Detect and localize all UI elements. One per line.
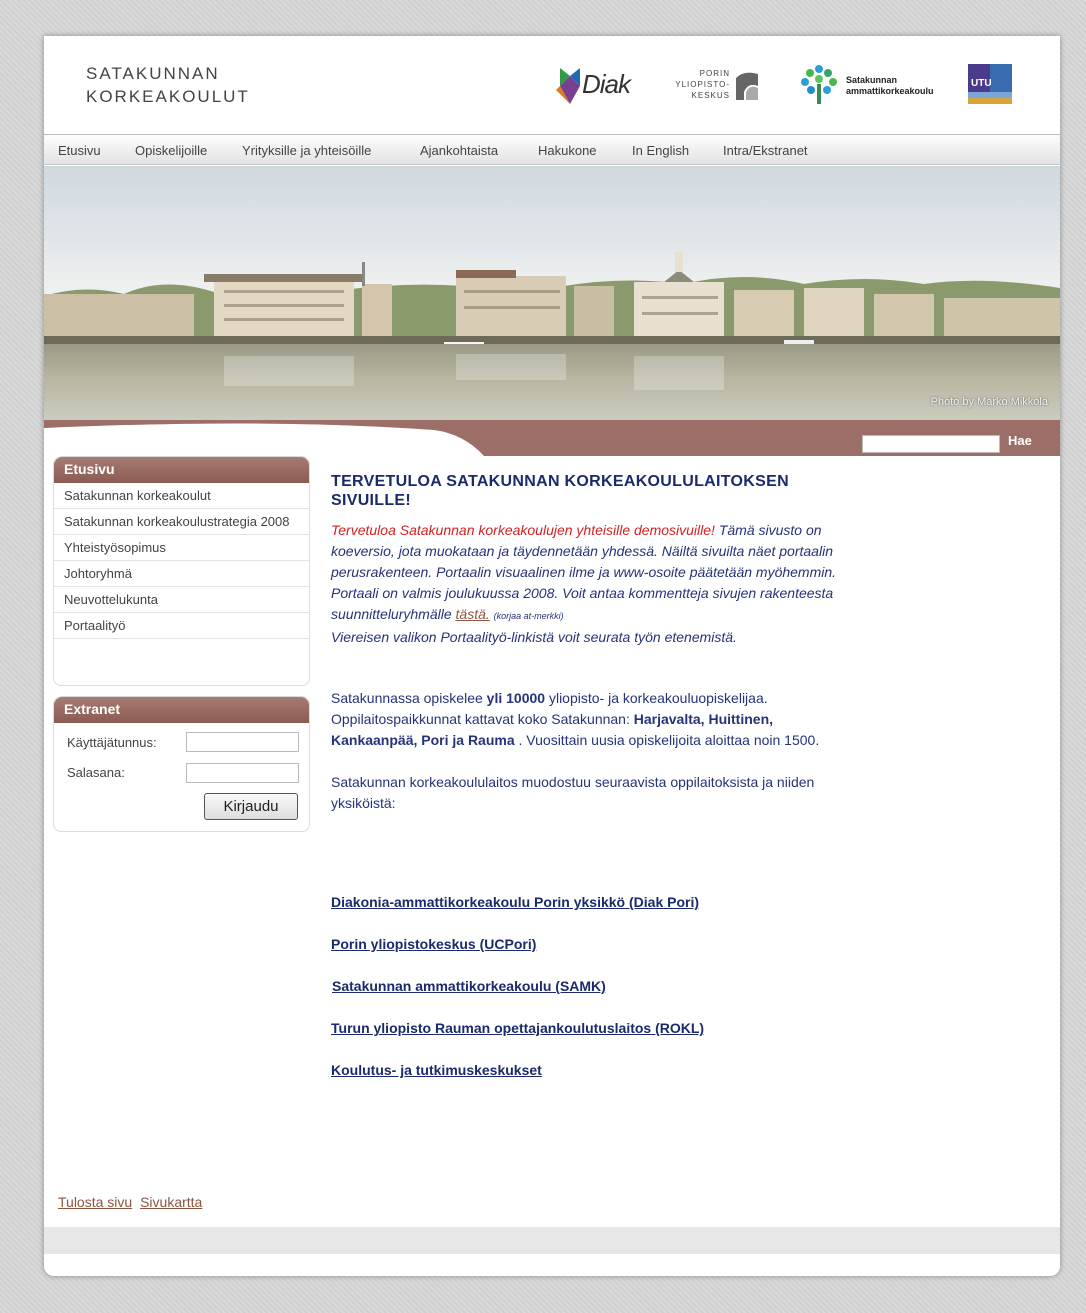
intro-text: Tervetuloa Satakunnan korkeakoulujen yht… (331, 520, 851, 648)
porin-emblem-icon (736, 72, 758, 100)
harbour-panorama-image (44, 252, 1060, 428)
hero-photo: Photo by Marko Mikkola (44, 166, 1060, 428)
students-paragraph: Satakunnassa opiskelee yli 10000 yliopis… (331, 690, 820, 748)
feedback-link[interactable]: tästä. (456, 606, 490, 622)
brand-line-2: KORKEAKOULUT (86, 87, 250, 106)
sitemap-link[interactable]: Sivukartta (140, 1194, 202, 1210)
page-title: TERVETULOA SATAKUNNAN KORKEAKOULULAITOKS… (331, 473, 789, 509)
link-samk[interactable]: Satakunnan ammattikorkeakoulu (SAMK) (332, 978, 606, 994)
nav-etusivu[interactable]: Etusivu (58, 143, 101, 158)
search-input[interactable] (862, 435, 1000, 453)
utu-logo-text: UTU (971, 78, 992, 89)
username-input[interactable] (186, 732, 299, 752)
utu-logo[interactable]: UTU (968, 64, 1012, 104)
footer-bar (44, 1227, 1060, 1254)
sidebar-menu: Etusivu Satakunnan korkeakoulut Satakunn… (53, 456, 310, 686)
intro-end: Viereisen valikon Portaalityö-linkistä v… (331, 629, 737, 645)
nav-intra-ekstranet[interactable]: Intra/Ekstranet (723, 143, 808, 158)
feedback-note: (korjaa at-merkki) (493, 611, 564, 621)
header: SATAKUNNAN KORKEAKOULUT Diak PORIN YLIOP… (44, 36, 1060, 134)
password-label: Salasana: (67, 765, 125, 780)
site-brand[interactable]: SATAKUNNAN KORKEAKOULUT (86, 62, 250, 108)
main-content: TERVETULOA SATAKUNNAN KORKEAKOULULAITOKS… (331, 472, 851, 814)
sidebar-item-satakunnan-korkeakoulut[interactable]: Satakunnan korkeakoulut (54, 483, 309, 509)
sidebar-title[interactable]: Etusivu (54, 457, 309, 483)
username-label: Käyttäjätunnus: (67, 735, 157, 750)
sidebar-item-neuvottelukunta[interactable]: Neuvottelukunta (54, 587, 309, 613)
link-rokl[interactable]: Turun yliopisto Rauman opettajankoulutus… (331, 1020, 704, 1036)
photo-credit: Photo by Marko Mikkola (930, 396, 1048, 408)
porin-yliopistokeskus-logo[interactable]: PORIN YLIOPISTO- KESKUS (664, 68, 774, 112)
nav-hakukone[interactable]: Hakukone (538, 143, 597, 158)
nav-yrityksille[interactable]: Yrityksille ja yhteisöille (242, 143, 371, 158)
print-page-link[interactable]: Tulosta sivu (58, 1194, 132, 1210)
page-container: SATAKUNNAN KORKEAKOULUT Diak PORIN YLIOP… (44, 36, 1060, 1276)
sidebar-item-johtoryhma[interactable]: Johtoryhmä (54, 561, 309, 587)
link-diak-pori[interactable]: Diakonia-ammattikorkeakoulu Porin yksikk… (331, 894, 699, 910)
link-tutkimuskeskukset[interactable]: Koulutus- ja tutkimuskeskukset (331, 1062, 542, 1078)
nav-opiskelijoille[interactable]: Opiskelijoille (135, 143, 207, 158)
nav-in-english[interactable]: In English (632, 143, 689, 158)
samk-logo[interactable]: Satakunnan ammattikorkeakoulu (798, 64, 958, 108)
extranet-login-box: Extranet Käyttäjätunnus: Salasana: Kirja… (53, 696, 310, 832)
diak-logo-text: Diak (582, 69, 631, 99)
search-button[interactable]: Hae (1008, 433, 1032, 448)
sidebar-item-strategia[interactable]: Satakunnan korkeakoulustrategia 2008 (54, 509, 309, 535)
main-navigation: Etusivu Opiskelijoille Yrityksille ja yh… (44, 134, 1060, 165)
brand-line-1: SATAKUNNAN (86, 64, 220, 83)
students-count: yli 10000 (486, 690, 546, 706)
institutions-intro: Satakunnan korkeakoululaitos muodostuu s… (331, 774, 815, 811)
samk-tree-icon (801, 65, 837, 104)
diak-logo[interactable]: Diak (552, 66, 642, 106)
nav-ajankohtaista[interactable]: Ajankohtaista (420, 143, 498, 158)
link-ucpori[interactable]: Porin yliopistokeskus (UCPori) (331, 936, 536, 952)
footer-links: Tulosta sivu Sivukartta (58, 1194, 206, 1210)
porin-logo-text: PORIN YLIOPISTO- KESKUS (675, 69, 730, 100)
samk-logo-text: Satakunnan ammattikorkeakoulu (846, 75, 934, 96)
login-button[interactable]: Kirjaudu (204, 793, 298, 820)
sidebar-item-yhteistyosopimus[interactable]: Yhteistyösopimus (54, 535, 309, 561)
extranet-title: Extranet (54, 697, 309, 723)
intro-highlight: Tervetuloa Satakunnan korkeakoulujen yht… (331, 522, 715, 538)
sidebar-item-portaalityo[interactable]: Portaalityö (54, 613, 309, 639)
password-input[interactable] (186, 763, 299, 783)
